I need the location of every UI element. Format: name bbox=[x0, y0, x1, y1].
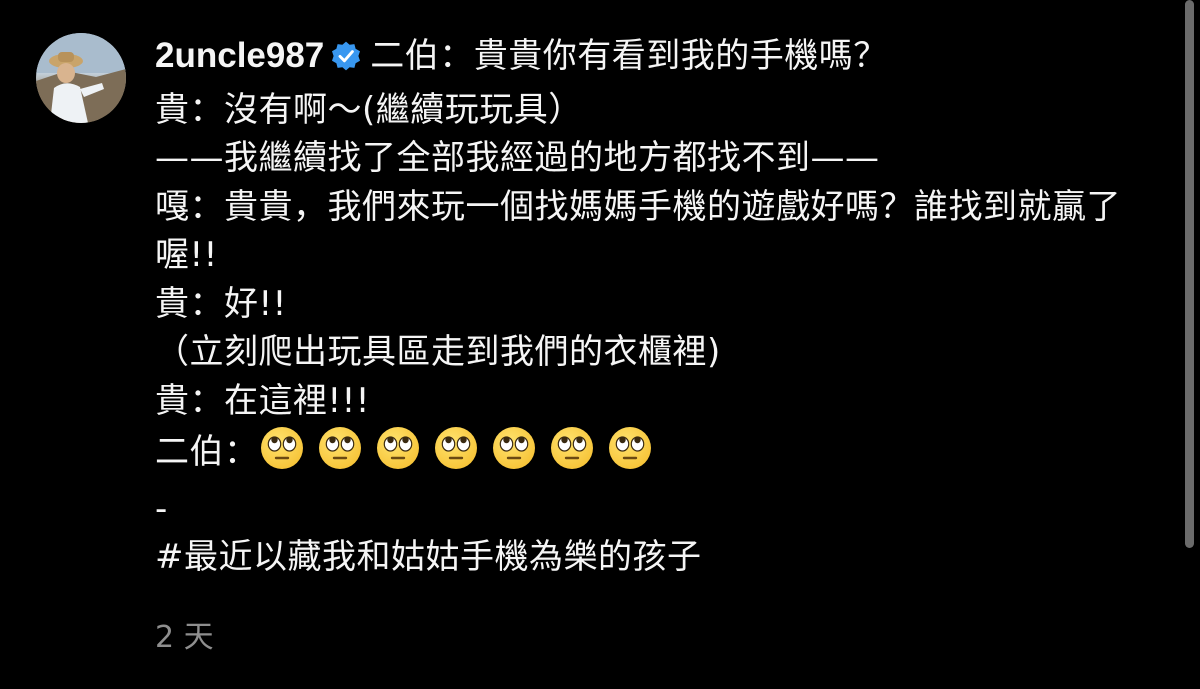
rolling-eyes-emoji-icon bbox=[491, 425, 537, 471]
caption-line-9: - bbox=[155, 488, 168, 529]
verified-badge-icon bbox=[330, 37, 362, 86]
caption-line-1: 二伯：貴貴你有看到我的手機嗎？ bbox=[370, 36, 888, 76]
avatar-photo bbox=[36, 33, 126, 123]
caption-line-6: （立刻爬出玩具區走到我們的衣櫃裡) bbox=[155, 332, 721, 372]
rolling-eyes-emoji-icon bbox=[375, 425, 421, 471]
caption-line-8: 二伯： bbox=[155, 425, 1155, 485]
post-caption: 2uncle987 二伯：貴貴你有看到我的手機嗎？ 貴：沒有啊～(繼續玩玩具） … bbox=[155, 32, 1155, 582]
rolling-eyes-emoji-icon bbox=[259, 425, 305, 471]
post-timestamp: 2 天 bbox=[155, 620, 214, 655]
caption-first-line: 2uncle987 二伯：貴貴你有看到我的手機嗎？ bbox=[155, 32, 1155, 86]
avatar[interactable] bbox=[36, 33, 126, 123]
username-link[interactable]: 2uncle987 bbox=[155, 36, 324, 75]
caption-line-7: 貴：在這裡!!! bbox=[155, 380, 370, 421]
emoji-row bbox=[259, 425, 665, 485]
caption-line-3: ——我繼續找了全部我經過的地方都找不到—— bbox=[155, 138, 880, 178]
rolling-eyes-emoji-icon bbox=[317, 425, 363, 471]
caption-line-2: 貴：沒有啊～(繼續玩玩具） bbox=[155, 89, 583, 130]
rolling-eyes-emoji-icon bbox=[607, 425, 653, 471]
scrollbar[interactable] bbox=[1185, 0, 1194, 548]
rolling-eyes-emoji-icon bbox=[433, 425, 479, 471]
caption-line-5: 貴：好!! bbox=[155, 283, 287, 324]
caption-line-8-text: 二伯： bbox=[155, 432, 259, 472]
rolling-eyes-emoji-icon bbox=[549, 425, 595, 471]
caption-line-4: 嘎：貴貴，我們來玩一個找媽媽手機的遊戲好嗎？誰找到就贏了喔!! bbox=[155, 186, 1121, 276]
hashtag-link[interactable]: #最近以藏我和姑姑手機為樂的孩子 bbox=[155, 533, 1155, 582]
